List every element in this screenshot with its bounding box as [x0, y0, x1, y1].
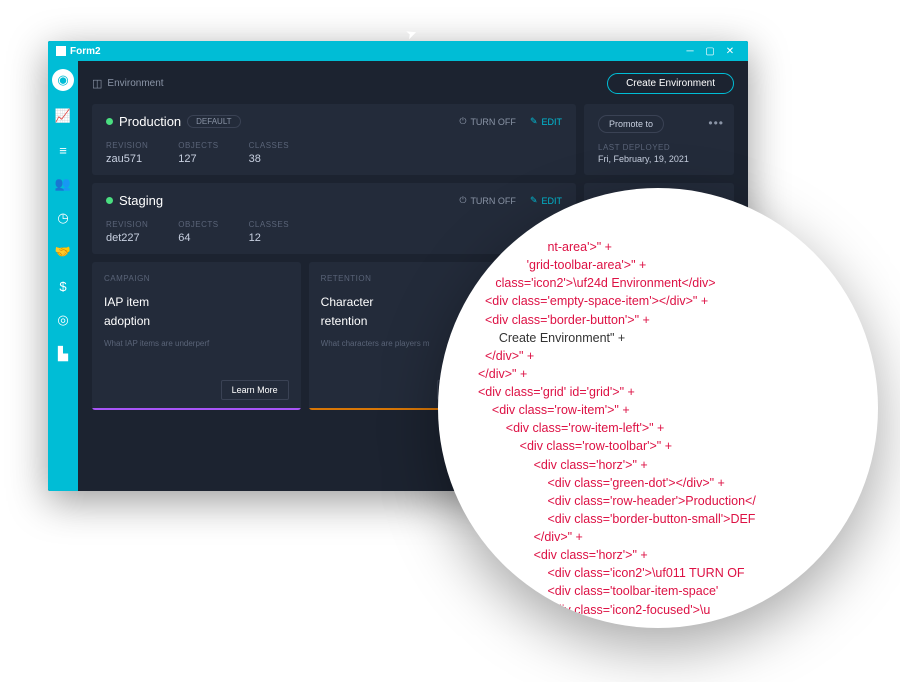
card-campaign: CAMPAIGN IAP itemadoption What IAP items…: [92, 262, 301, 410]
edit-label: EDIT: [541, 196, 562, 206]
sidebar-list-icon[interactable]: ≡: [54, 141, 72, 159]
code-line: <div class='border-button'>" +: [478, 311, 838, 329]
sidebar-compass-icon[interactable]: ◉: [52, 69, 74, 91]
revision-label: REVISION: [106, 220, 148, 229]
classes-label: CLASSES: [249, 220, 289, 229]
code-line: class='icon2'>\uf24d Environment</div>: [478, 274, 838, 292]
edit-button[interactable]: EDIT: [530, 195, 562, 206]
code-line: <div class='border-button-small'>DEF: [478, 510, 838, 528]
titlebar: Form2 ─ ▢ ✕: [48, 41, 748, 61]
power-icon: [459, 195, 466, 206]
env-left-panel: Production DEFAULT TURN OFF EDIT REVISIO…: [92, 104, 576, 175]
code-line: <div class='horz'>" +: [478, 456, 838, 474]
code-line: <div class='row-item-left'>" +: [478, 419, 838, 437]
card-underline: [92, 408, 301, 410]
sidebar: ◉ 📈 ≡ 👥 ◷ 🤝 $ ◎ ▙: [48, 61, 78, 491]
edit-icon: [530, 116, 538, 127]
card-title: IAP itemadoption: [104, 293, 289, 331]
classes-value: 12: [249, 232, 289, 244]
stats-row: REVISION zau571 OBJECTS 127 CLASSES 38: [106, 141, 562, 165]
app-title: Form2: [56, 46, 101, 57]
env-name: Staging: [119, 193, 163, 208]
row-toolbar: Staging TURN OFF EDIT: [106, 193, 562, 208]
revision-value: zau571: [106, 153, 148, 165]
toolbar: Environment Create Environment: [92, 71, 734, 104]
edit-label: EDIT: [541, 117, 562, 127]
objects-label: OBJECTS: [178, 141, 218, 150]
code-line: <div class='grid' id='grid'>" +: [478, 383, 838, 401]
code-line: </div>" +: [478, 619, 838, 628]
app-title-text: Form2: [70, 46, 101, 57]
turn-off-label: TURN OFF: [470, 117, 516, 127]
objects-value: 64: [178, 232, 218, 244]
code-line: <div class='toolbar-item-space': [478, 582, 838, 600]
sidebar-chart-icon[interactable]: 📈: [54, 107, 72, 125]
code-line: </div>" +: [478, 347, 838, 365]
stats-row: REVISION det227 OBJECTS 64 CLASSES 12: [106, 220, 562, 244]
code-line: <div class='horz'>" +: [478, 546, 838, 564]
code-line: <div class='row-item'>" +: [478, 401, 838, 419]
close-button[interactable]: ✕: [720, 43, 740, 59]
code-line: <div class='icon2-focused'>\u: [478, 601, 838, 619]
code-line: <div class='row-header'>Production</: [478, 492, 838, 510]
learn-more-button[interactable]: Learn More: [221, 380, 289, 400]
minimize-button[interactable]: ─: [680, 43, 700, 59]
code-line: <div class='icon2'>\uf011 TURN OF: [478, 564, 838, 582]
revision-label: REVISION: [106, 141, 148, 150]
env-right-panel: Promote to ••• LAST DEPLOYED Fri, Februa…: [584, 104, 734, 175]
objects-label: OBJECTS: [178, 220, 218, 229]
more-menu-icon[interactable]: •••: [708, 116, 724, 130]
code-line: nt-area'>" +: [478, 238, 838, 256]
power-icon: [459, 116, 466, 127]
last-deployed-value: Fri, February, 19, 2021: [598, 154, 720, 164]
environment-header: Environment: [92, 77, 164, 90]
sidebar-area-chart-icon[interactable]: ▙: [54, 345, 72, 363]
code-line: <div class='row-toolbar'>" +: [478, 437, 838, 455]
default-badge: DEFAULT: [187, 115, 240, 128]
environment-row-production: Production DEFAULT TURN OFF EDIT REVISIO…: [92, 104, 734, 175]
turn-off-label: TURN OFF: [470, 196, 516, 206]
code-line: <div class='green-dot'></div>" +: [478, 474, 838, 492]
sidebar-users-icon[interactable]: 👥: [54, 175, 72, 193]
env-left-panel: Staging TURN OFF EDIT REVISION det227 OBJ…: [92, 183, 576, 254]
sidebar-clock-icon[interactable]: ◷: [54, 209, 72, 227]
status-dot-icon: [106, 118, 113, 125]
environment-label: Environment: [107, 78, 163, 89]
card-description: What IAP items are underperf: [104, 339, 289, 348]
last-deployed-label: LAST DEPLOYED: [598, 143, 720, 152]
classes-value: 38: [249, 153, 289, 165]
edit-button[interactable]: EDIT: [530, 116, 562, 127]
promote-button[interactable]: Promote to: [598, 115, 664, 133]
sidebar-handshake-icon[interactable]: 🤝: [54, 243, 72, 261]
sidebar-dollar-icon[interactable]: $: [54, 277, 72, 295]
turn-off-button[interactable]: TURN OFF: [459, 116, 516, 127]
maximize-button[interactable]: ▢: [700, 43, 720, 59]
card-category: CAMPAIGN: [104, 274, 289, 283]
classes-label: CLASSES: [249, 141, 289, 150]
revision-value: det227: [106, 232, 148, 244]
objects-value: 127: [178, 153, 218, 165]
row-toolbar: Production DEFAULT TURN OFF EDIT: [106, 114, 562, 129]
status-dot-icon: [106, 197, 113, 204]
sidebar-target-icon[interactable]: ◎: [54, 311, 72, 329]
code-line: Create Environment" +: [478, 329, 838, 347]
env-name: Production: [119, 114, 181, 129]
create-environment-button[interactable]: Create Environment: [607, 73, 734, 94]
code-magnifier: nt-area'>" + 'grid-toolbar-area'>" + cla…: [438, 188, 878, 628]
turn-off-button[interactable]: TURN OFF: [459, 195, 516, 206]
cube-icon: [92, 77, 102, 90]
code-line: 'grid-toolbar-area'>" +: [478, 256, 838, 274]
code-line: <div class='empty-space-item'></div>" +: [478, 292, 838, 310]
edit-icon: [530, 195, 538, 206]
code-line: </div>" +: [478, 528, 838, 546]
code-line: </div>" +: [478, 365, 838, 383]
